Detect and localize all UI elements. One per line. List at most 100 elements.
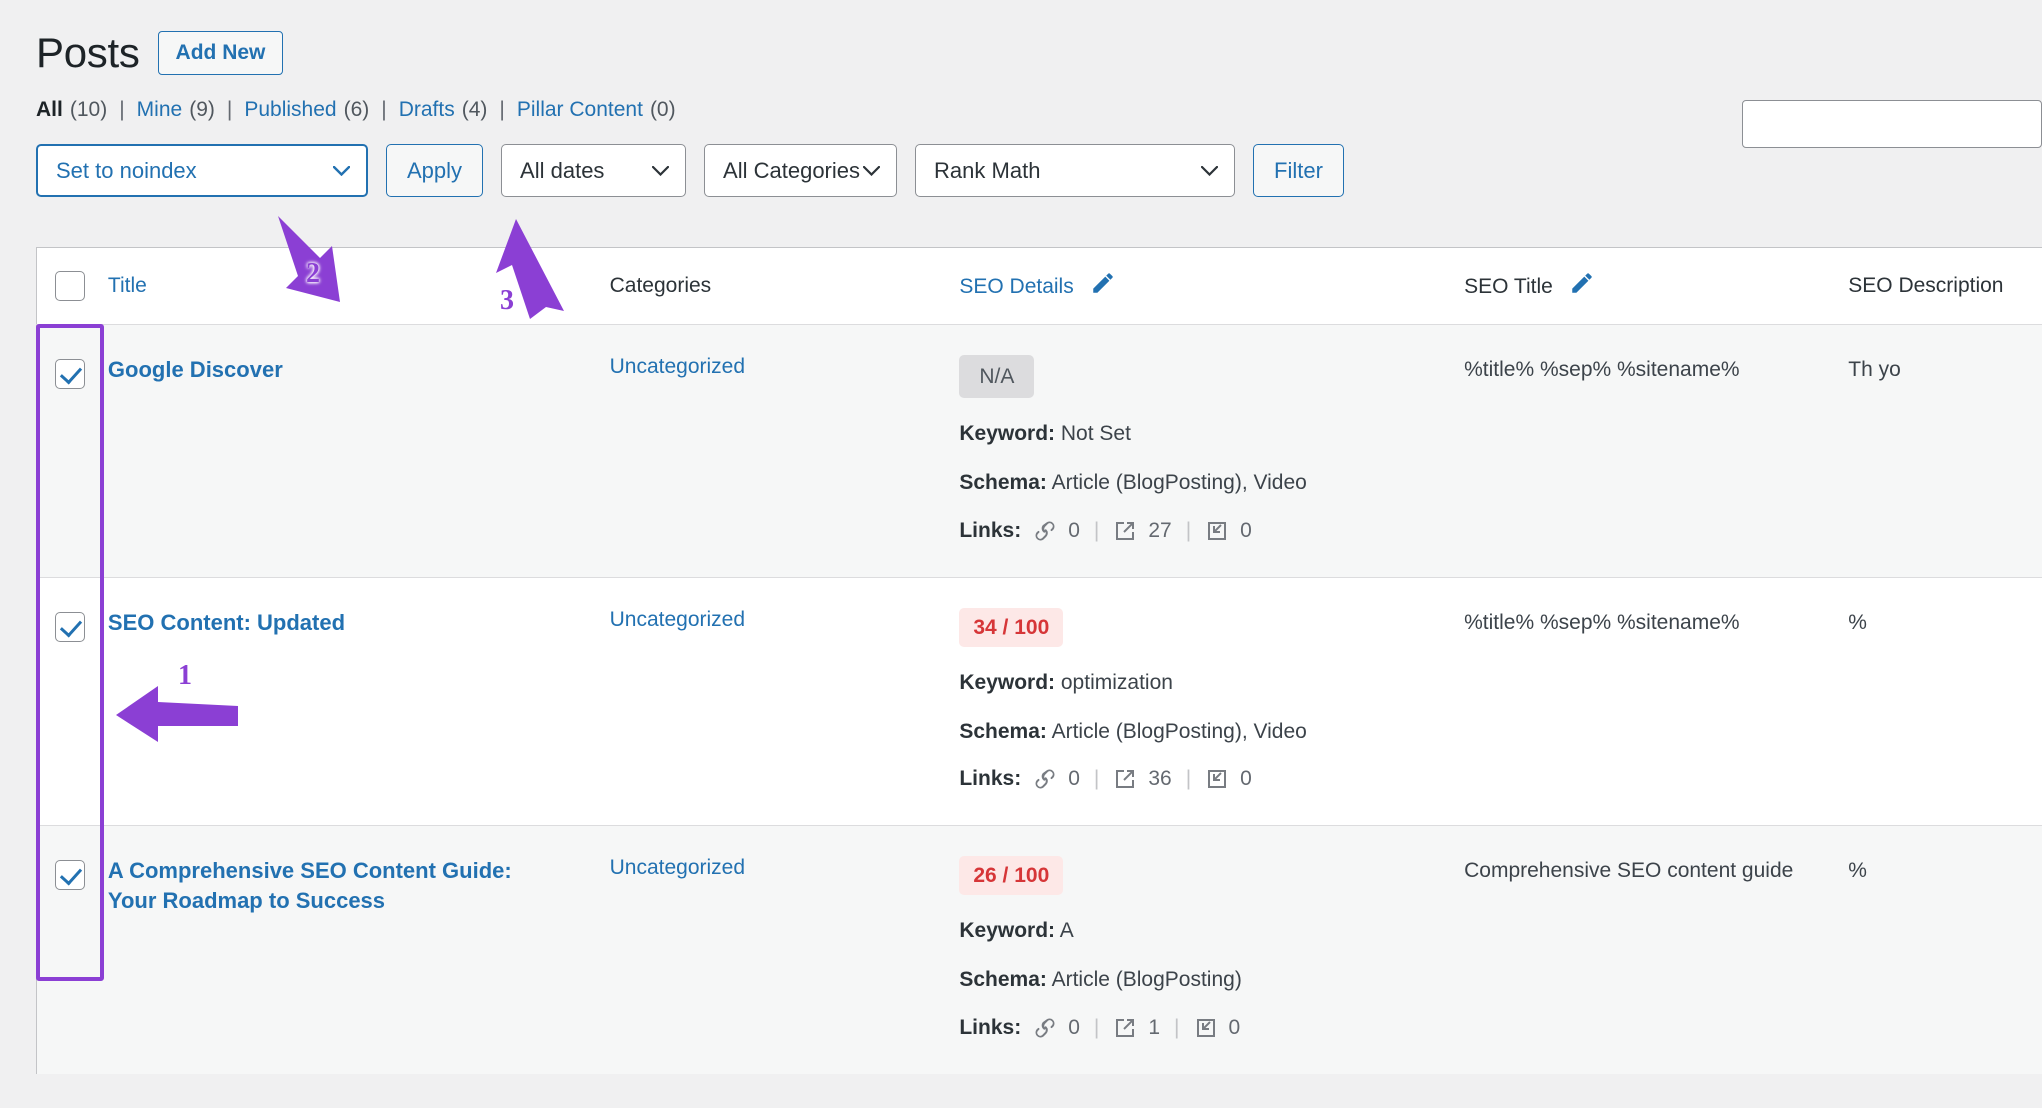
row-title-cell: Google Discover [108,325,610,578]
status-filter-published[interactable]: Published (6) [244,98,369,122]
column-header-categories-label: Categories [609,274,712,297]
links-divider: | [1093,767,1100,791]
table-header: Title Categories SEO Details SEO Title S… [36,247,2042,325]
schema-label: Schema: [959,719,1047,743]
filter-separator: | [381,98,387,122]
chain-link-icon [1033,1016,1057,1040]
dates-filter-value: All dates [520,157,605,183]
keyword-line: Keyword: optimization [959,669,1464,696]
chain-link-icon [1033,519,1057,543]
chain-link-icon [1033,767,1057,791]
status-filter-drafts-count: (4) [461,98,488,122]
filter-separator: | [226,98,233,122]
add-new-button[interactable]: Add New [157,31,284,76]
table-row: SEO Content: Updated Uncategorized 34 / … [36,577,2042,826]
seo-title-value: %title% %sep% %sitename% [1464,358,1740,381]
status-filter-all-count: (10) [69,98,108,122]
category-link[interactable]: Uncategorized [610,856,745,879]
seo-score-badge: 34 / 100 [959,607,1064,647]
links-incoming-count: 0 [1240,518,1252,542]
column-header-seo-title-label: SEO Title [1464,275,1553,298]
categories-filter-select[interactable]: All Categories [704,144,898,198]
links-incoming-count: 0 [1228,1015,1241,1039]
links-label: Links: [959,518,1022,542]
table-body: Google Discover Uncategorized N/A Keywor… [36,324,2042,1074]
links-divider: | [1185,518,1192,542]
schema-line: Schema: Article (BlogPosting), Video [959,469,1464,496]
status-filter-pillar-content[interactable]: Pillar Content (0) [517,98,676,122]
schema-value: Article (BlogPosting) [1051,968,1242,992]
pencil-icon[interactable] [1090,270,1116,302]
links-line: Links: 0 | 36 | 0 [959,767,1464,791]
posts-table: Title Categories SEO Details SEO Title S… [36,247,2042,1074]
row-seo-title-cell: %title% %sep% %sitename% [1464,577,1848,826]
schema-value: Article (BlogPosting), Video [1051,471,1307,495]
external-link-icon [1113,519,1137,543]
category-link[interactable]: Uncategorized [610,355,745,378]
dates-filter-select[interactable]: All dates [501,144,687,198]
row-checkbox[interactable] [55,860,85,891]
column-header-categories: Categories [609,247,960,325]
filter-button[interactable]: Filter [1253,144,1344,198]
row-checkbox[interactable] [55,611,85,642]
chevron-down-icon [652,165,670,176]
search-box[interactable] [1742,100,2042,148]
links-external-count: 1 [1148,1015,1161,1039]
schema-label: Schema: [959,471,1047,495]
post-title-link[interactable]: Google Discover [108,355,283,385]
row-seo-description-cell: % [1848,826,2042,1074]
table-navigation-top: Set to noindex Apply All dates All Categ… [0,122,2042,198]
keyword-label: Keyword: [959,422,1056,445]
row-select-cell [37,826,108,1074]
links-divider: | [1174,1015,1180,1039]
filter-separator: | [499,98,505,122]
status-filter-pillar-content-label[interactable]: Pillar Content [517,98,643,122]
seo-title-value: Comprehensive SEO content guide [1464,859,1794,883]
bulk-action-select[interactable]: Set to noindex [36,144,368,198]
page-title: Posts [36,29,140,76]
chevron-down-icon [333,165,350,176]
table-header-row: Title Categories SEO Details SEO Title S… [36,247,2042,325]
links-divider: | [1185,767,1192,791]
category-link[interactable]: Uncategorized [610,608,745,631]
column-header-seo-details[interactable]: SEO Details [959,247,1465,325]
row-select-cell [37,325,108,578]
keyword-value: optimization [1060,670,1173,694]
post-title-link[interactable]: SEO Content: Updated [108,608,345,638]
rankmath-filter-select[interactable]: Rank Math [915,144,1236,198]
keyword-line: Keyword: Not Set [959,420,1464,447]
status-filter-drafts[interactable]: Drafts (4) [399,98,488,122]
seo-score-badge: 26 / 100 [959,856,1064,896]
apply-button[interactable]: Apply [386,144,484,198]
table-row: A Comprehensive SEO Content Guide: Your … [36,825,2042,1074]
row-seo-details-cell: 34 / 100 Keyword: optimization Schema: A… [959,577,1464,826]
external-link-icon [1113,767,1137,791]
search-input[interactable] [1743,101,2041,147]
column-header-seo-description: SEO Description [1848,247,2042,325]
row-categories-cell: Uncategorized [610,577,960,826]
column-header-title[interactable]: Title [107,247,610,325]
column-header-seo-title: SEO Title [1464,247,1849,325]
status-filter-published-label[interactable]: Published [244,98,336,122]
status-filter-mine-label[interactable]: Mine [137,98,183,122]
row-checkbox[interactable] [55,359,85,389]
links-label: Links: [959,1015,1022,1039]
status-filter-all[interactable]: All (10) [36,98,107,122]
status-filter-drafts-label[interactable]: Drafts [399,98,455,122]
incoming-link-icon [1194,1016,1218,1040]
pencil-icon[interactable] [1569,270,1595,302]
external-link-icon [1113,1016,1137,1040]
select-all-checkbox[interactable] [55,271,85,301]
status-filter-all-label[interactable]: All [36,98,63,122]
status-filter-mine[interactable]: Mine (9) [137,98,215,122]
status-filter-published-count: (6) [343,98,370,122]
page-header: Posts Add New [0,0,2042,78]
seo-description-value: Th yo [1848,358,1901,381]
row-title-cell: SEO Content: Updated [108,577,610,826]
incoming-link-icon [1205,767,1229,791]
post-title-link[interactable]: A Comprehensive SEO Content Guide: Your … [108,856,558,915]
keyword-line: Keyword: A [959,917,1464,944]
row-categories-cell: Uncategorized [610,826,960,1074]
row-seo-details-cell: N/A Keyword: Not Set Schema: Article (Bl… [959,325,1464,578]
links-line: Links: 0 | 27 | 0 [959,519,1464,543]
